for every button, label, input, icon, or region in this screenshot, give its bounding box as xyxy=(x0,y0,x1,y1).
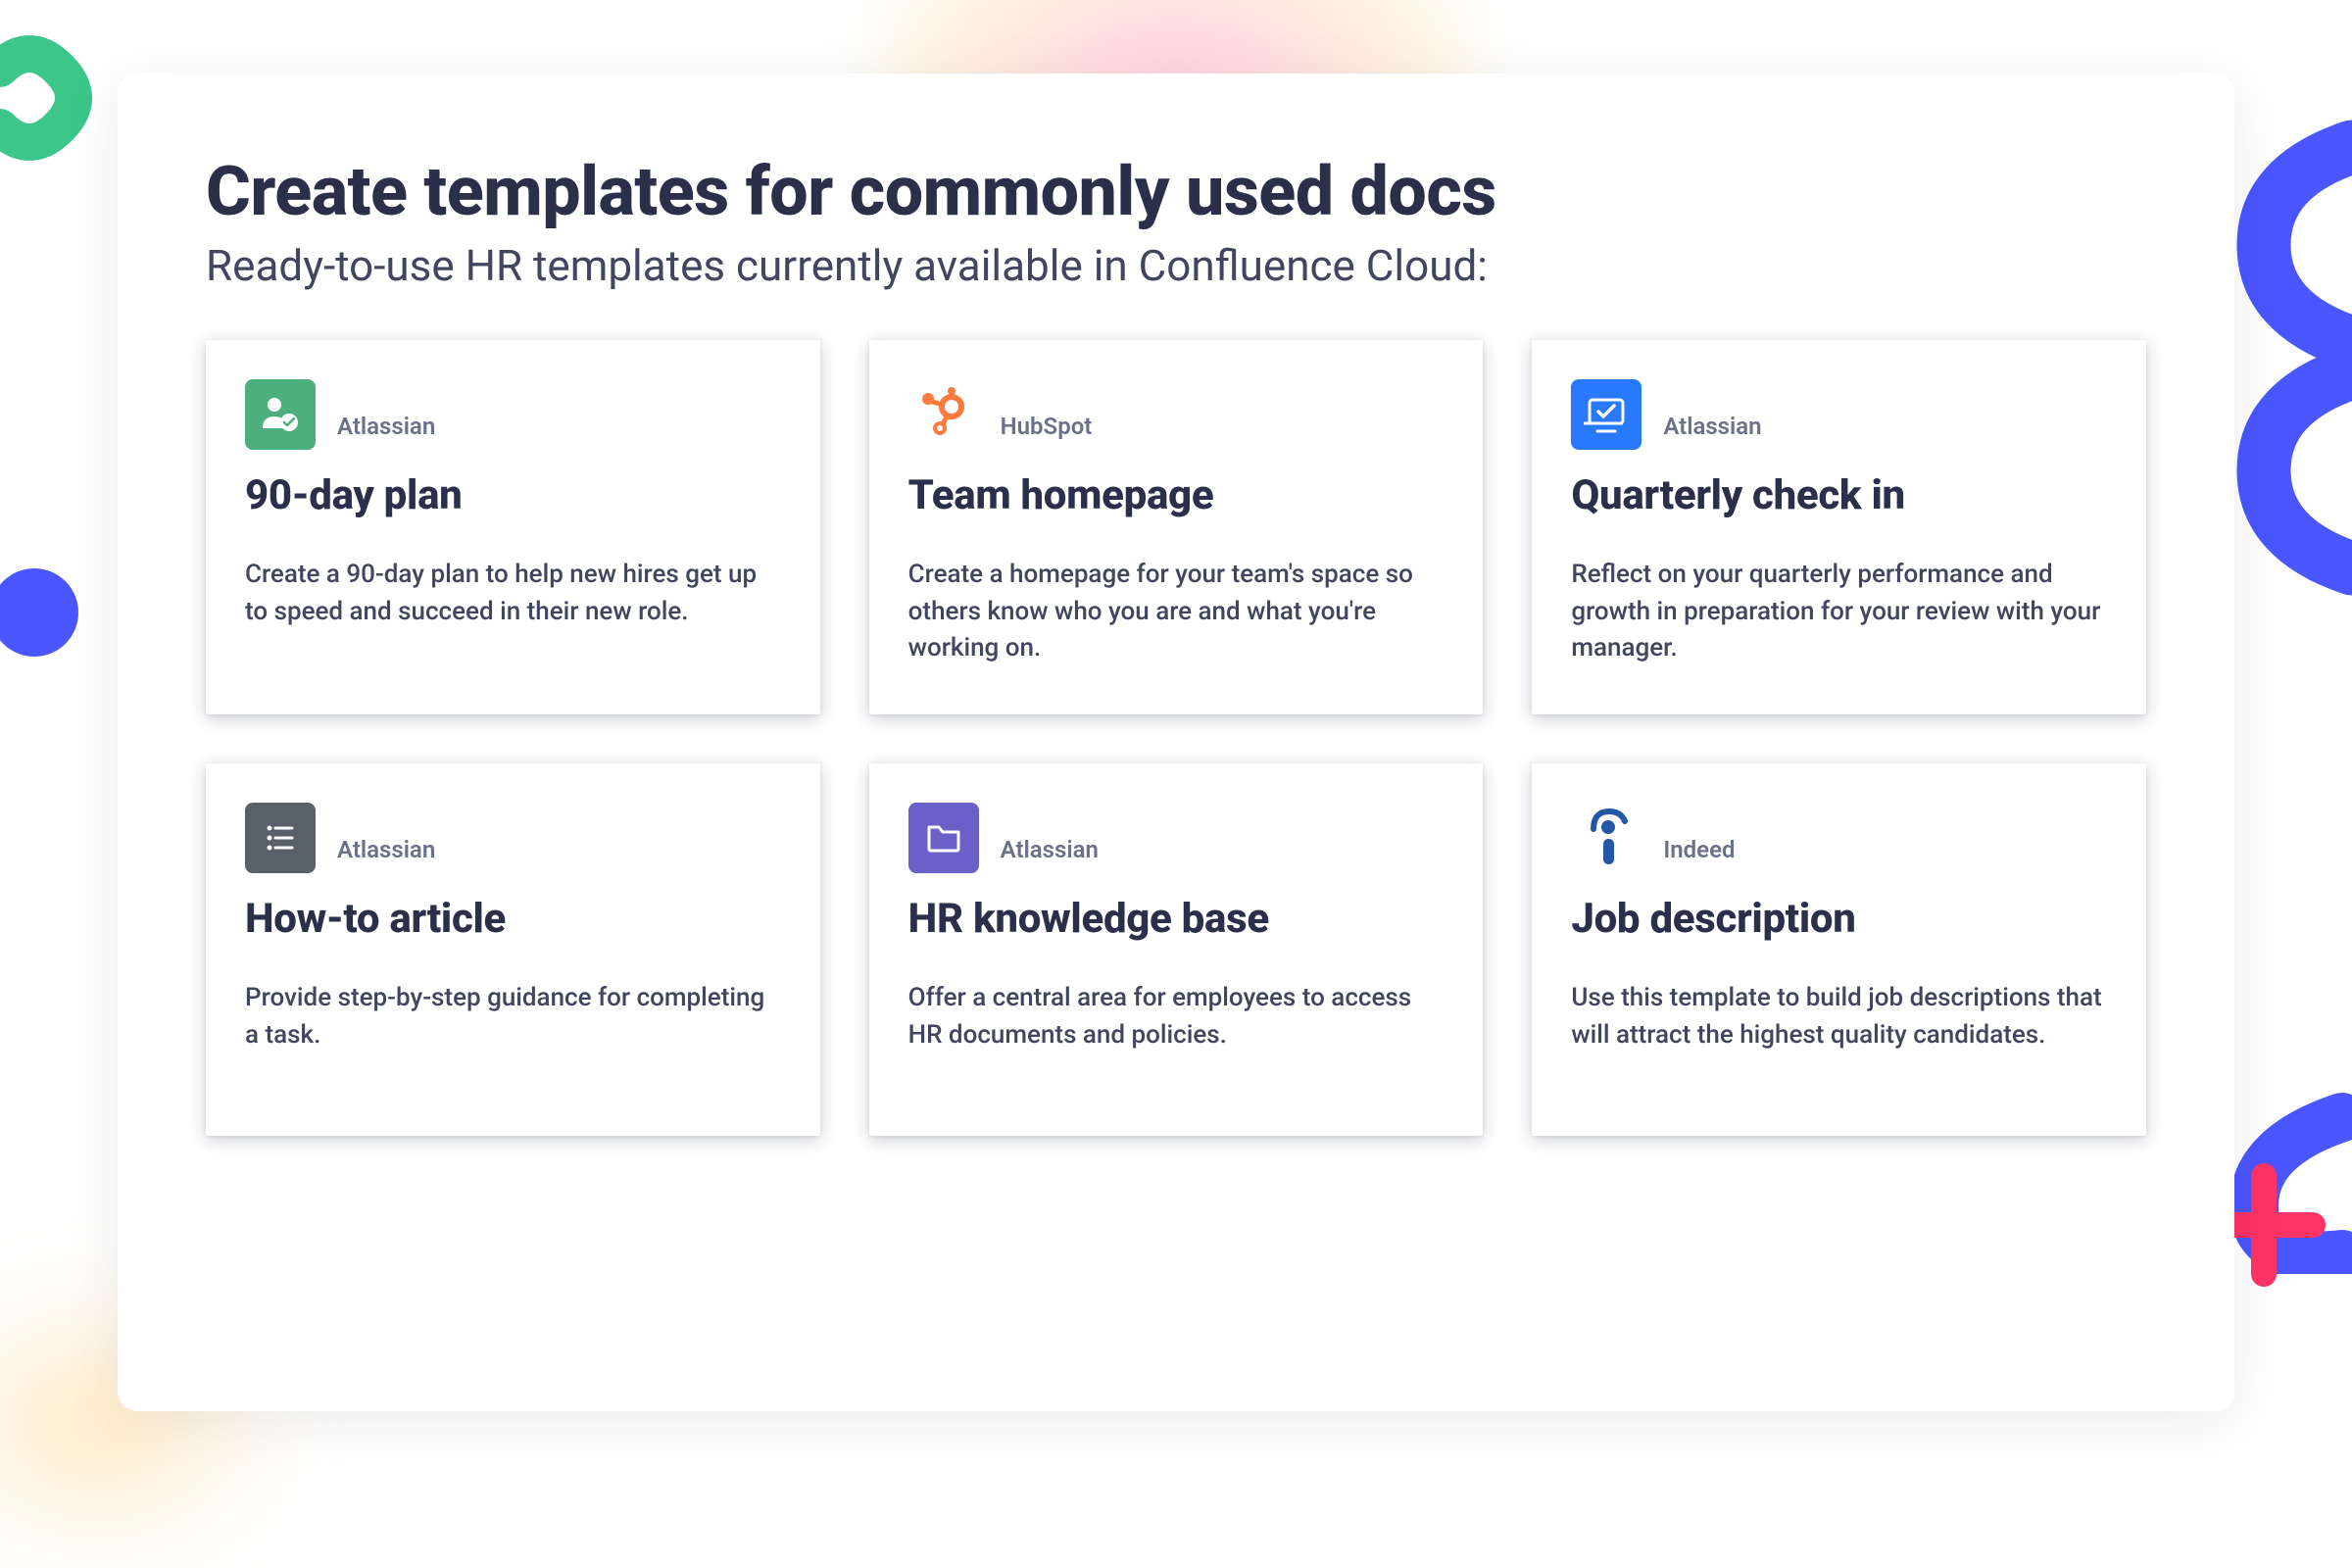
card-description: Create a homepage for your team's space … xyxy=(908,557,1445,667)
indeed-icon xyxy=(1571,803,1642,873)
template-cards-grid: Atlassian 90-day plan Create a 90-day pl… xyxy=(206,340,2146,1136)
page-subtitle: Ready-to-use HR templates currently avai… xyxy=(206,240,2146,291)
card-title: Team homepage xyxy=(908,471,1445,519)
card-header: Atlassian xyxy=(245,803,781,873)
card-header: Atlassian xyxy=(1571,379,2107,450)
main-panel: Create templates for commonly used docs … xyxy=(118,74,2234,1411)
card-vendor-label: Atlassian xyxy=(1663,413,1761,450)
template-card-job-description[interactable]: Indeed Job description Use this template… xyxy=(1532,763,2146,1136)
card-vendor-label: Atlassian xyxy=(337,413,435,450)
card-title: Job description xyxy=(1571,895,2107,943)
card-header: Indeed xyxy=(1571,803,2107,873)
card-title: Quarterly check in xyxy=(1571,471,2107,519)
template-card-how-to-article[interactable]: Atlassian How-to article Provide step-by… xyxy=(206,763,820,1136)
card-title: How-to article xyxy=(245,895,781,943)
hubspot-icon xyxy=(908,379,979,450)
card-header: Atlassian xyxy=(908,803,1445,873)
folder-icon xyxy=(908,803,979,873)
card-vendor-label: Atlassian xyxy=(1001,836,1099,873)
card-title: HR knowledge base xyxy=(908,895,1445,943)
card-description: Offer a central area for employees to ac… xyxy=(908,980,1445,1054)
card-vendor-label: Indeed xyxy=(1663,836,1735,873)
card-vendor-label: HubSpot xyxy=(1001,413,1093,450)
card-description: Create a 90-day plan to help new hires g… xyxy=(245,557,781,630)
monitor-check-icon xyxy=(1571,379,1642,450)
template-card-quarterly-check-in[interactable]: Atlassian Quarterly check in Reflect on … xyxy=(1532,340,2146,714)
page-title: Create templates for commonly used docs xyxy=(206,152,2146,232)
card-header: Atlassian xyxy=(245,379,781,450)
list-icon xyxy=(245,803,316,873)
template-card-team-homepage[interactable]: HubSpot Team homepage Create a homepage … xyxy=(869,340,1484,714)
card-description: Reflect on your quarterly performance an… xyxy=(1571,557,2107,667)
card-description: Use this template to build job descripti… xyxy=(1571,980,2107,1054)
card-description: Provide step-by-step guidance for comple… xyxy=(245,980,781,1054)
card-title: 90-day plan xyxy=(245,471,781,519)
template-card-hr-knowledge-base[interactable]: Atlassian HR knowledge base Offer a cent… xyxy=(869,763,1484,1136)
card-header: HubSpot xyxy=(908,379,1445,450)
card-vendor-label: Atlassian xyxy=(337,836,435,873)
person-check-icon xyxy=(245,379,316,450)
decorative-dot-blue xyxy=(0,568,78,657)
template-card-90-day-plan[interactable]: Atlassian 90-day plan Create a 90-day pl… xyxy=(206,340,820,714)
